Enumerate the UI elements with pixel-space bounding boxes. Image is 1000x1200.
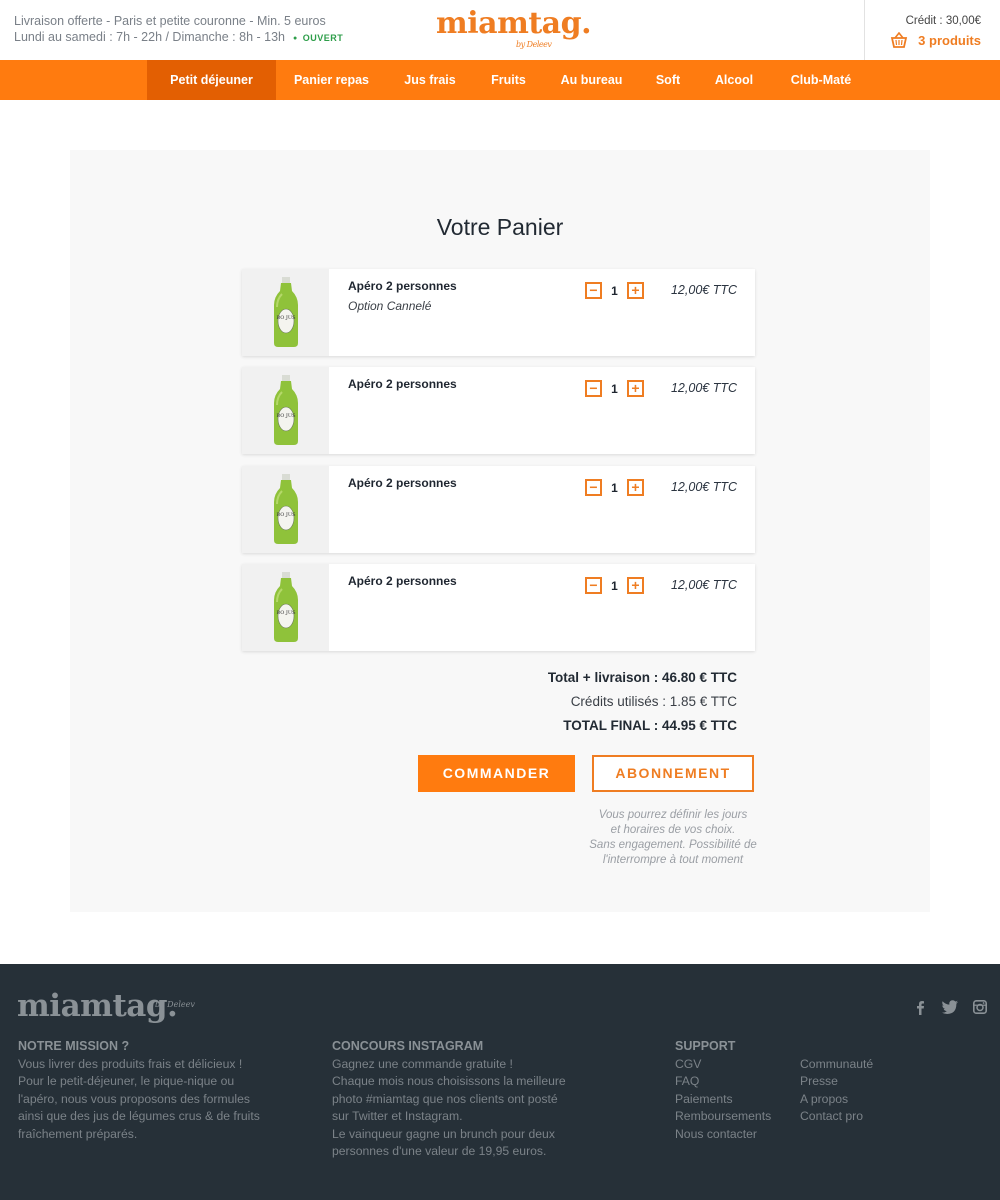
- item-option: Option Cannelé: [348, 299, 432, 313]
- page-title: Votre Panier: [436, 214, 564, 240]
- credits-used: Crédits utilisés : 1.85 € TTC: [570, 694, 737, 709]
- twitter-icon[interactable]: [942, 1000, 958, 1017]
- product-thumbnail[interactable]: BO JUS: [242, 367, 329, 454]
- footer-link-cgv[interactable]: CGV: [675, 1056, 771, 1074]
- total-final: TOTAL FINAL : 44.95 € TTC: [563, 718, 737, 733]
- decrease-quantity-button[interactable]: −: [585, 282, 602, 299]
- footer-link-remboursements[interactable]: Remboursements: [675, 1108, 771, 1126]
- cart-item: BO JUS Apéro 2 personnes − 1 + 12,00€ TT…: [242, 367, 755, 454]
- increase-quantity-button[interactable]: +: [627, 577, 644, 594]
- category-nav: Petit déjeuner Panier repas Jus frais Fr…: [0, 60, 1000, 100]
- footer-link-paiements[interactable]: Paiements: [675, 1091, 771, 1109]
- cart-summary[interactable]: Crédit : 30,00€ 3 produits: [864, 0, 1000, 60]
- decrease-quantity-button[interactable]: −: [585, 479, 602, 496]
- increase-quantity-button[interactable]: +: [627, 479, 644, 496]
- item-name[interactable]: Apéro 2 personnes: [348, 574, 457, 588]
- nav-item-club-mate[interactable]: Club-Maté: [781, 60, 861, 100]
- item-name[interactable]: Apéro 2 personnes: [348, 377, 457, 391]
- support-heading: SUPPORT: [675, 1039, 736, 1053]
- open-status-badge: OUVERT: [293, 33, 343, 43]
- nav-item-au-bureau[interactable]: Au bureau: [555, 60, 628, 100]
- credit-balance: Crédit : 30,00€: [905, 15, 981, 27]
- site-logo[interactable]: miamtag. by Deleev: [436, 6, 592, 49]
- nav-item-fruits[interactable]: Fruits: [483, 60, 534, 100]
- bottle-label-text: BO JUS: [276, 413, 296, 419]
- facebook-icon[interactable]: [915, 1000, 925, 1018]
- decrease-quantity-button[interactable]: −: [585, 380, 602, 397]
- footer-link-nous-contacter[interactable]: Nous contacter: [675, 1126, 771, 1144]
- item-name[interactable]: Apéro 2 personnes: [348, 279, 457, 293]
- footer-logo[interactable]: miamtag.: [17, 988, 178, 1024]
- quantity-stepper: − 1 +: [585, 479, 644, 496]
- quantity-value: 1: [611, 381, 618, 396]
- subscribe-button[interactable]: ABONNEMENT: [592, 755, 754, 792]
- increase-quantity-button[interactable]: +: [627, 282, 644, 299]
- footer-link-communaute[interactable]: Communauté: [800, 1056, 873, 1074]
- quantity-stepper: − 1 +: [585, 380, 644, 397]
- footer-link-contact-pro[interactable]: Contact pro: [800, 1108, 873, 1126]
- decrease-quantity-button[interactable]: −: [585, 577, 602, 594]
- juice-bottle-image: BO JUS: [274, 474, 298, 544]
- footer-instagram-contest: CONCOURS INSTAGRAM Gagnez une commande g…: [332, 1039, 566, 1158]
- opening-hours: Lundi au samedi : 7h - 22h / Dimanche : …: [14, 29, 343, 47]
- cart-count-link[interactable]: 3 produits: [890, 31, 981, 48]
- quantity-value: 1: [611, 283, 618, 298]
- item-price: 12,00€ TTC: [670, 480, 737, 494]
- footer-mission: NOTRE MISSION ? Vous livrer des produits…: [18, 1039, 260, 1141]
- juice-bottle-image: BO JUS: [274, 277, 298, 347]
- footer: miamtag. by Deleev NOTRE MISSION ? Vous …: [0, 964, 1000, 1200]
- product-thumbnail[interactable]: BO JUS: [242, 564, 329, 651]
- item-price: 12,00€ TTC: [670, 381, 737, 395]
- top-bar: Livraison offerte - Paris et petite cour…: [0, 0, 1000, 60]
- quantity-value: 1: [611, 578, 618, 593]
- nav-item-panier-repas[interactable]: Panier repas: [287, 60, 376, 100]
- delivery-info: Livraison offerte - Paris et petite cour…: [14, 14, 326, 28]
- footer-support: SUPPORT CGV FAQ Paiements Remboursements…: [675, 1038, 771, 1143]
- footer-logo-byline: by Deleev: [155, 1000, 195, 1009]
- basket-icon: [890, 31, 908, 48]
- product-thumbnail[interactable]: BO JUS: [242, 269, 329, 356]
- quantity-stepper: − 1 +: [585, 282, 644, 299]
- footer-support-col2: Communauté Presse A propos Contact pro: [800, 1056, 873, 1126]
- item-name[interactable]: Apéro 2 personnes: [348, 476, 457, 490]
- bottle-label-text: BO JUS: [276, 610, 296, 616]
- item-price: 12,00€ TTC: [670, 283, 737, 297]
- cart-item: BO JUS Apéro 2 personnes − 1 + 12,00€ TT…: [242, 564, 755, 651]
- nav-item-soft[interactable]: Soft: [648, 60, 688, 100]
- increase-quantity-button[interactable]: +: [627, 380, 644, 397]
- store-info: Livraison offerte - Paris et petite cour…: [14, 13, 343, 47]
- quantity-value: 1: [611, 480, 618, 495]
- cart-item: BO JUS Apéro 2 personnes Option Cannelé …: [242, 269, 755, 356]
- juice-bottle-image: BO JUS: [274, 572, 298, 642]
- nav-item-alcool[interactable]: Alcool: [708, 60, 760, 100]
- total-with-delivery: Total + livraison : 46.80 € TTC: [547, 670, 737, 685]
- cart-panel: Votre Panier BO JUS Apéro 2 personnes Op…: [70, 150, 930, 912]
- bottle-label-text: BO JUS: [276, 315, 296, 321]
- quantity-stepper: − 1 +: [585, 577, 644, 594]
- instagram-icon[interactable]: [973, 1000, 987, 1017]
- mission-heading: NOTRE MISSION ?: [18, 1039, 130, 1053]
- order-button[interactable]: COMMANDER: [418, 755, 575, 792]
- product-thumbnail[interactable]: BO JUS: [242, 466, 329, 553]
- footer-link-presse[interactable]: Presse: [800, 1073, 873, 1091]
- bottle-label-text: BO JUS: [276, 512, 296, 518]
- item-price: 12,00€ TTC: [670, 578, 737, 592]
- cart-count-label: 3 produits: [918, 32, 981, 48]
- nav-item-jus-frais[interactable]: Jus frais: [398, 60, 462, 100]
- cart-item: BO JUS Apéro 2 personnes − 1 + 12,00€ TT…: [242, 466, 755, 553]
- subscription-note: Vous pourrez définir les jours et horair…: [589, 809, 757, 866]
- juice-bottle-image: BO JUS: [274, 375, 298, 445]
- footer-link-faq[interactable]: FAQ: [675, 1073, 771, 1091]
- logo-byline: by Deleev: [516, 40, 552, 49]
- footer-link-a-propos[interactable]: A propos: [800, 1091, 873, 1109]
- nav-item-petit-dejeuner[interactable]: Petit déjeuner: [147, 60, 276, 100]
- instagram-heading: CONCOURS INSTAGRAM: [332, 1039, 484, 1053]
